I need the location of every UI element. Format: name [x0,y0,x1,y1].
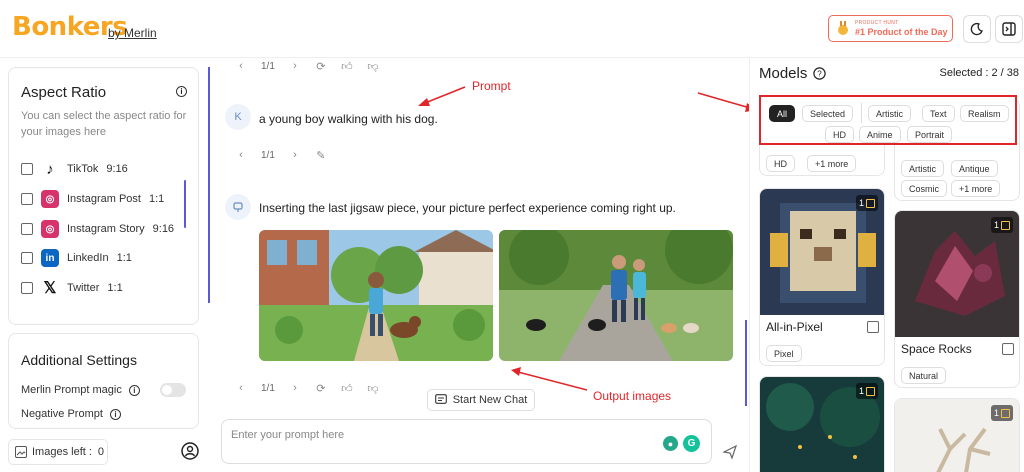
model-tag: Natural [901,367,947,384]
selected-count: Selected : 2 / 38 [939,67,1020,79]
model-tag: +1 more [807,155,857,172]
model-tag: Pixel [766,345,802,362]
image-count-badge: 1 [855,383,878,399]
image-icon [1001,408,1010,418]
filter-chip-selected[interactable]: Selected [802,105,854,122]
image-count: 1 [993,408,999,418]
filter-chip-hd[interactable]: HD [825,126,854,143]
model-select-checkbox[interactable] [1002,343,1014,355]
filter-chip-text[interactable]: Text [922,105,955,122]
image-count-badge: 1 [855,195,878,211]
image-count-badge: 1 [990,405,1013,421]
image-count: 1 [993,220,999,230]
model-select-checkbox[interactable] [867,321,879,333]
image-count-badge: 1 [990,217,1013,233]
model-card-all-in-pixel[interactable]: 1 All-in-Pixel Pixel [759,188,885,366]
model-tag: HD [766,155,795,172]
model-tag: Antique [951,160,998,177]
image-icon [866,198,875,208]
help-icon[interactable]: ? [813,67,826,80]
filter-chip-anime[interactable]: Anime [859,126,901,143]
filter-chip-all[interactable]: All [769,105,796,122]
image-count: 1 [858,386,864,396]
model-card-antlers[interactable]: 1 [894,398,1020,472]
models-title: Models [759,65,808,82]
filter-divider [861,103,862,123]
filter-chip-artistic[interactable]: Artistic [868,105,911,122]
filter-chip-realism[interactable]: Realism [960,105,1009,122]
models-panel: Models ? Selected : 2 / 38 HD +1 more Ar… [749,58,1024,472]
model-filter-bar: All Selected Artistic Text Realism HD An… [759,95,1017,145]
svg-text:?: ? [817,70,822,79]
model-tag: Cosmic [901,180,948,197]
image-icon [866,386,875,396]
model-name: All-in-Pixel [766,320,823,334]
image-icon [1001,220,1010,230]
model-card-space-rocks[interactable]: 1 Space Rocks Natural [894,210,1020,388]
model-card-forest[interactable]: 1 [759,376,885,472]
model-name: Space Rocks [901,342,972,356]
image-count: 1 [858,198,864,208]
filter-chip-portrait[interactable]: Portrait [907,126,953,143]
model-tag: +1 more [951,180,1001,197]
model-tag: Artistic [901,160,944,177]
